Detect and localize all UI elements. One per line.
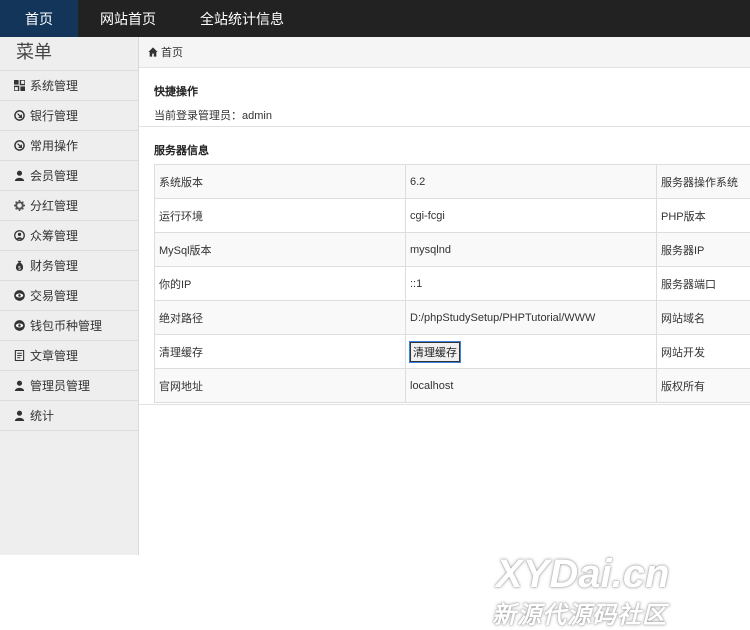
current-admin-text: 当前登录管理员：admin bbox=[154, 107, 272, 123]
sidebar-item-bank[interactable]: 银行管理 bbox=[0, 101, 138, 131]
sidebar-item-label: 常用操作 bbox=[30, 137, 78, 154]
row-extra: 服务器操作系统 bbox=[657, 165, 750, 199]
user-icon bbox=[13, 380, 25, 392]
row-label: 运行环境 bbox=[155, 199, 406, 233]
sidebar-item-articles[interactable]: 文章管理 bbox=[0, 341, 138, 371]
sidebar-item-label: 文章管理 bbox=[30, 347, 78, 364]
sidebar-title: 菜单 bbox=[0, 37, 138, 71]
sidebar-item-common-ops[interactable]: 常用操作 bbox=[0, 131, 138, 161]
nav-site-stats[interactable]: 全站统计信息 bbox=[178, 0, 306, 37]
money-bag-icon: $ bbox=[13, 260, 25, 272]
row-extra: 服务器IP bbox=[657, 233, 750, 267]
row-extra: PHP版本 bbox=[657, 199, 750, 233]
sidebar-item-wallet-currency[interactable]: 钱包币种管理 bbox=[0, 311, 138, 341]
table-row: 官网地址 localhost 版权所有 bbox=[155, 369, 750, 403]
row-label: 官网地址 bbox=[155, 369, 406, 403]
main-content: 首页 快捷操作 当前登录管理员：admin 服务器信息 系统版本 6.2 服务器… bbox=[139, 37, 750, 629]
eye-icon bbox=[13, 290, 25, 302]
document-icon bbox=[13, 350, 25, 362]
top-navbar: 首页 网站首页 全站统计信息 bbox=[0, 0, 750, 37]
row-value-cell: 清理缓存 bbox=[406, 335, 657, 369]
table-row: 运行环境 cgi-fcgi PHP版本 bbox=[155, 199, 750, 233]
sidebar-item-label: 交易管理 bbox=[30, 287, 78, 304]
user-icon bbox=[13, 170, 25, 182]
eye-icon bbox=[13, 320, 25, 332]
sidebar-item-label: 钱包币种管理 bbox=[30, 317, 102, 334]
sidebar-item-label: 分红管理 bbox=[30, 197, 78, 214]
sidebar-item-dividend[interactable]: 分红管理 bbox=[0, 191, 138, 221]
table-row: 你的IP ::1 服务器端口 bbox=[155, 267, 750, 301]
sidebar-item-stats[interactable]: 统计 bbox=[0, 401, 138, 431]
table-row: 清理缓存 清理缓存 网站开发 bbox=[155, 335, 750, 369]
row-extra: 网站开发 bbox=[657, 335, 750, 369]
sidebar-item-label: 会员管理 bbox=[30, 167, 78, 184]
nav-home[interactable]: 首页 bbox=[0, 0, 78, 37]
row-value: D:/phpStudySetup/PHPTutorial/WWW bbox=[406, 301, 657, 335]
server-info-table: 系统版本 6.2 服务器操作系统 运行环境 cgi-fcgi PHP版本 MyS… bbox=[154, 164, 750, 403]
sidebar-item-finance[interactable]: $ 财务管理 bbox=[0, 251, 138, 281]
table-row: 绝对路径 D:/phpStudySetup/PHPTutorial/WWW 网站… bbox=[155, 301, 750, 335]
server-info-title: 服务器信息 bbox=[139, 142, 209, 158]
sidebar-item-system[interactable]: 系统管理 bbox=[0, 71, 138, 101]
sidebar: 菜单 系统管理 银行管理 常用操作 会员管理 分红管理 众筹管理 bbox=[0, 37, 139, 555]
grid-icon bbox=[13, 80, 25, 92]
row-extra: 版权所有 bbox=[657, 369, 750, 403]
row-extra: 网站域名 bbox=[657, 301, 750, 335]
table-row: MySql版本 mysqlnd 服务器IP bbox=[155, 233, 750, 267]
row-value: mysqlnd bbox=[406, 233, 657, 267]
sidebar-item-label: 众筹管理 bbox=[30, 227, 78, 244]
sidebar-item-crowdfunding[interactable]: 众筹管理 bbox=[0, 221, 138, 251]
row-label: 系统版本 bbox=[155, 165, 406, 199]
quick-ops-panel: 快捷操作 当前登录管理员：admin bbox=[139, 68, 750, 127]
sidebar-item-admins[interactable]: 管理员管理 bbox=[0, 371, 138, 401]
row-value: localhost bbox=[406, 369, 657, 403]
row-label: 绝对路径 bbox=[155, 301, 406, 335]
row-label: 清理缓存 bbox=[155, 335, 406, 369]
user-circle-icon bbox=[13, 230, 25, 242]
svg-text:$: $ bbox=[17, 266, 21, 271]
sidebar-item-trade[interactable]: 交易管理 bbox=[0, 281, 138, 311]
home-icon bbox=[148, 47, 158, 57]
row-extra: 服务器端口 bbox=[657, 267, 750, 301]
row-label: 你的IP bbox=[155, 267, 406, 301]
breadcrumb: 首页 bbox=[139, 37, 750, 68]
breadcrumb-home[interactable]: 首页 bbox=[161, 44, 183, 60]
server-info-panel: 服务器信息 系统版本 6.2 服务器操作系统 运行环境 cgi-fcgi PHP… bbox=[139, 127, 750, 405]
circle-arrow-icon bbox=[13, 140, 25, 152]
sidebar-item-label: 银行管理 bbox=[30, 107, 78, 124]
nav-website-home[interactable]: 网站首页 bbox=[78, 0, 178, 37]
table-row: 系统版本 6.2 服务器操作系统 bbox=[155, 165, 750, 199]
row-value: cgi-fcgi bbox=[406, 199, 657, 233]
circle-arrow-icon bbox=[13, 110, 25, 122]
user-icon bbox=[13, 410, 25, 422]
quick-ops-title: 快捷操作 bbox=[139, 83, 198, 99]
sidebar-item-label: 统计 bbox=[30, 407, 54, 424]
sidebar-item-label: 财务管理 bbox=[30, 257, 78, 274]
sidebar-item-label: 系统管理 bbox=[30, 77, 78, 94]
sidebar-item-label: 管理员管理 bbox=[30, 377, 90, 394]
row-value: 6.2 bbox=[406, 165, 657, 199]
gear-icon bbox=[13, 200, 25, 212]
row-label: MySql版本 bbox=[155, 233, 406, 267]
row-value: ::1 bbox=[406, 267, 657, 301]
sidebar-item-members[interactable]: 会员管理 bbox=[0, 161, 138, 191]
clear-cache-button[interactable]: 清理缓存 bbox=[410, 342, 460, 362]
